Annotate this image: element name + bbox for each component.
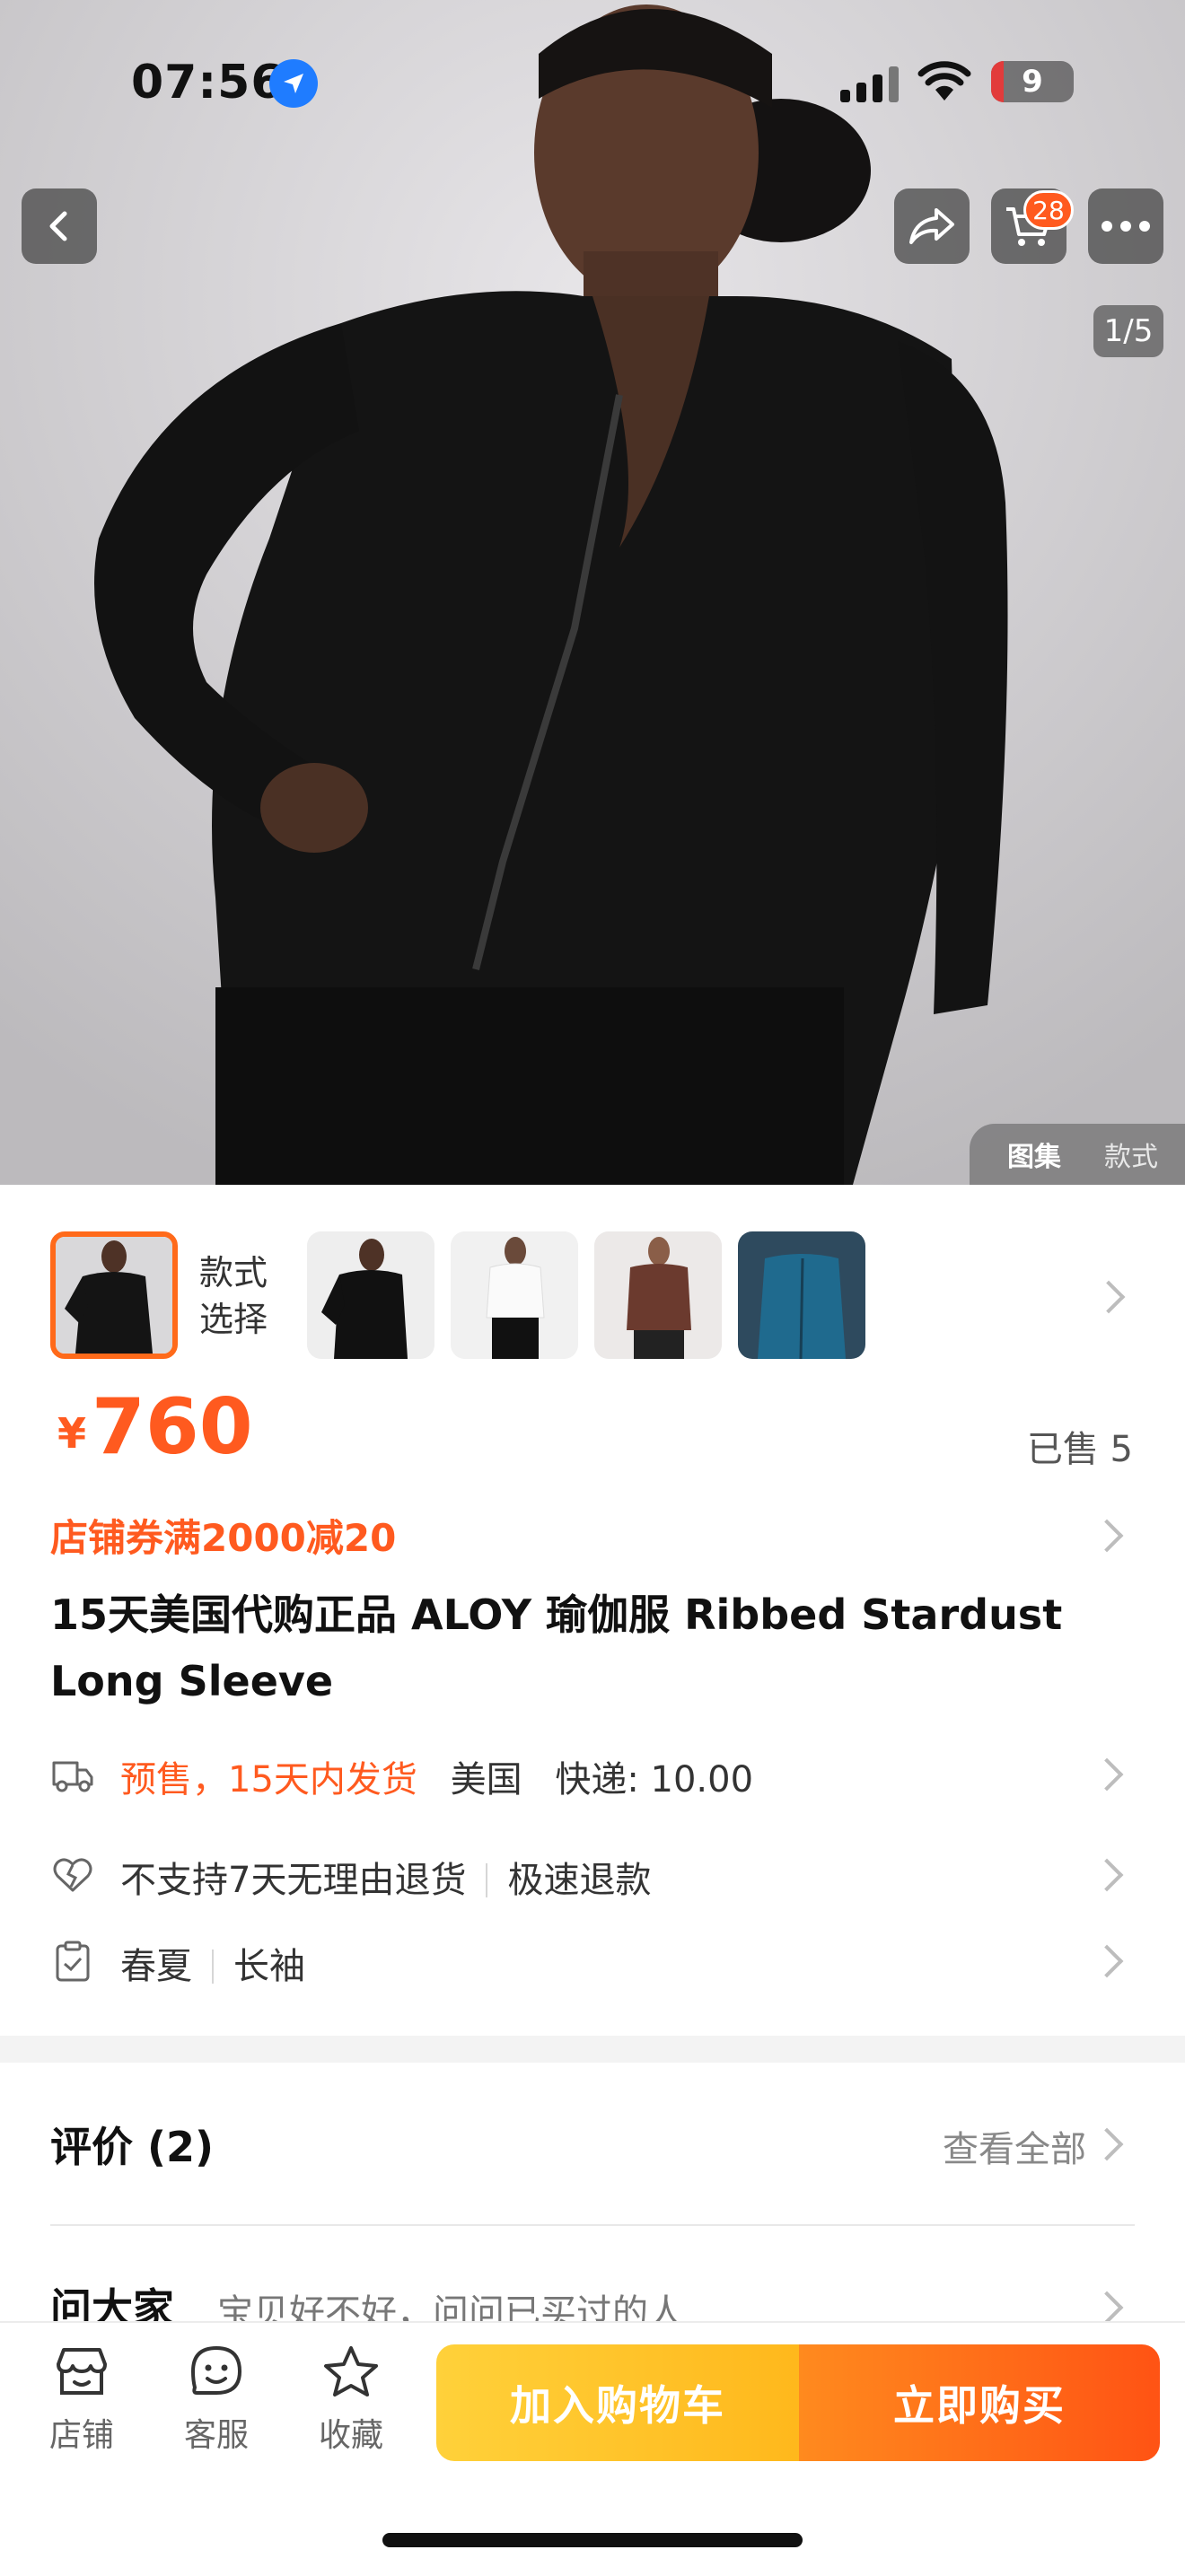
tab-gallery[interactable]: 图集 bbox=[1007, 1135, 1061, 1174]
presale-text: 预售，15天内发货 bbox=[120, 1759, 417, 1801]
chat-face-icon bbox=[190, 2345, 242, 2395]
bottom-action-bar: 店铺 客服 收藏 加入购物车 立即购买 bbox=[0, 2321, 1185, 2576]
status-time: 07:56 bbox=[131, 56, 285, 110]
sold-count: 已售 5 bbox=[1026, 1429, 1133, 1470]
more-button[interactable] bbox=[1088, 188, 1163, 264]
signal-icon bbox=[840, 66, 899, 102]
style-thumb-black-selected[interactable] bbox=[50, 1231, 178, 1359]
image-counter: 1/5 bbox=[1093, 305, 1163, 357]
section-divider bbox=[0, 2036, 1185, 2063]
status-bar: 07:56 9 bbox=[0, 56, 1185, 118]
store-button[interactable]: 店铺 bbox=[32, 2344, 131, 2456]
price: ¥760 bbox=[57, 1382, 253, 1472]
style-selector: 款式选择 bbox=[50, 1231, 1163, 1359]
star-icon bbox=[324, 2346, 378, 2396]
product-image[interactable]: 07:56 9 28 1/5 图集 款式 bbox=[0, 0, 1185, 1185]
returns-row[interactable]: 不支持7天无理由退货 极速退款 bbox=[50, 1847, 1137, 1901]
divider bbox=[50, 2224, 1135, 2226]
battery-level: 9 bbox=[1022, 64, 1043, 100]
chevron-right-icon bbox=[1090, 1944, 1124, 1978]
tab-style[interactable]: 款式 bbox=[1104, 1135, 1158, 1174]
buy-now-button[interactable]: 立即购买 bbox=[799, 2344, 1160, 2461]
chevron-left-icon bbox=[49, 211, 67, 241]
wifi-icon bbox=[917, 61, 971, 101]
product-title: 15天美国代购正品 ALOY 瑜伽服 Ribbed Stardust Long … bbox=[50, 1590, 1063, 1705]
sleeve-attr: 长袖 bbox=[233, 1946, 305, 1987]
location-arrow-icon bbox=[269, 59, 318, 108]
more-dots-icon bbox=[1102, 221, 1150, 232]
origin-text: 美国 bbox=[450, 1759, 522, 1801]
heart-broken-icon bbox=[53, 1858, 92, 1892]
gallery-tabs: 图集 款式 bbox=[970, 1124, 1185, 1185]
battery-indicator: 9 bbox=[991, 61, 1074, 102]
store-label: 店铺 bbox=[48, 2417, 114, 2454]
season-attr: 春夏 bbox=[120, 1946, 192, 1987]
clipboard-icon bbox=[56, 1941, 90, 1982]
style-thumb-blue[interactable] bbox=[738, 1231, 865, 1359]
favorite-button[interactable]: 收藏 bbox=[302, 2344, 400, 2456]
chevron-right-icon[interactable] bbox=[1090, 1519, 1124, 1553]
chevron-right-icon[interactable] bbox=[1090, 2291, 1124, 2325]
customer-service-button[interactable]: 客服 bbox=[167, 2344, 266, 2456]
cart-count-badge: 28 bbox=[1023, 190, 1074, 230]
share-button[interactable] bbox=[894, 188, 970, 264]
currency-symbol: ¥ bbox=[57, 1409, 87, 1458]
add-to-cart-button[interactable]: 加入购物车 bbox=[436, 2344, 799, 2461]
favorite-label: 收藏 bbox=[318, 2417, 383, 2454]
reviews-title: 评价 (2) bbox=[50, 2123, 215, 2171]
store-icon bbox=[57, 2348, 107, 2395]
attributes-row[interactable]: 春夏 长袖 bbox=[50, 1933, 1137, 1987]
model-photo bbox=[0, 0, 1185, 1185]
back-button[interactable] bbox=[22, 188, 97, 264]
chevron-right-icon[interactable] bbox=[1090, 2127, 1124, 2161]
style-thumb-white[interactable] bbox=[451, 1231, 578, 1359]
service-label: 客服 bbox=[183, 2417, 249, 2454]
price-value: 760 bbox=[92, 1382, 253, 1472]
chevron-right-icon bbox=[1090, 1757, 1124, 1792]
chevron-right-icon bbox=[1090, 1858, 1124, 1892]
share-icon bbox=[909, 208, 954, 244]
delivery-truck-icon bbox=[52, 1761, 93, 1792]
style-thumb-brown[interactable] bbox=[594, 1231, 722, 1359]
shipping-row[interactable]: 预售，15天内发货 美国 快递: 10.00 bbox=[50, 1747, 1137, 1801]
chevron-right-icon[interactable] bbox=[1092, 1280, 1126, 1314]
store-coupon[interactable]: 店铺券满2000减20 bbox=[50, 1508, 396, 1563]
view-all-reviews-link[interactable]: 查看全部 bbox=[943, 2120, 1086, 2172]
home-indicator[interactable] bbox=[382, 2533, 803, 2547]
style-thumb-black[interactable] bbox=[307, 1231, 434, 1359]
fast-refund: 极速退款 bbox=[507, 1860, 652, 1901]
style-select-label: 款式选择 bbox=[199, 1253, 268, 1339]
return-policy: 不支持7天无理由退货 bbox=[120, 1860, 467, 1901]
shipping-fee: 快递: 10.00 bbox=[555, 1759, 754, 1801]
